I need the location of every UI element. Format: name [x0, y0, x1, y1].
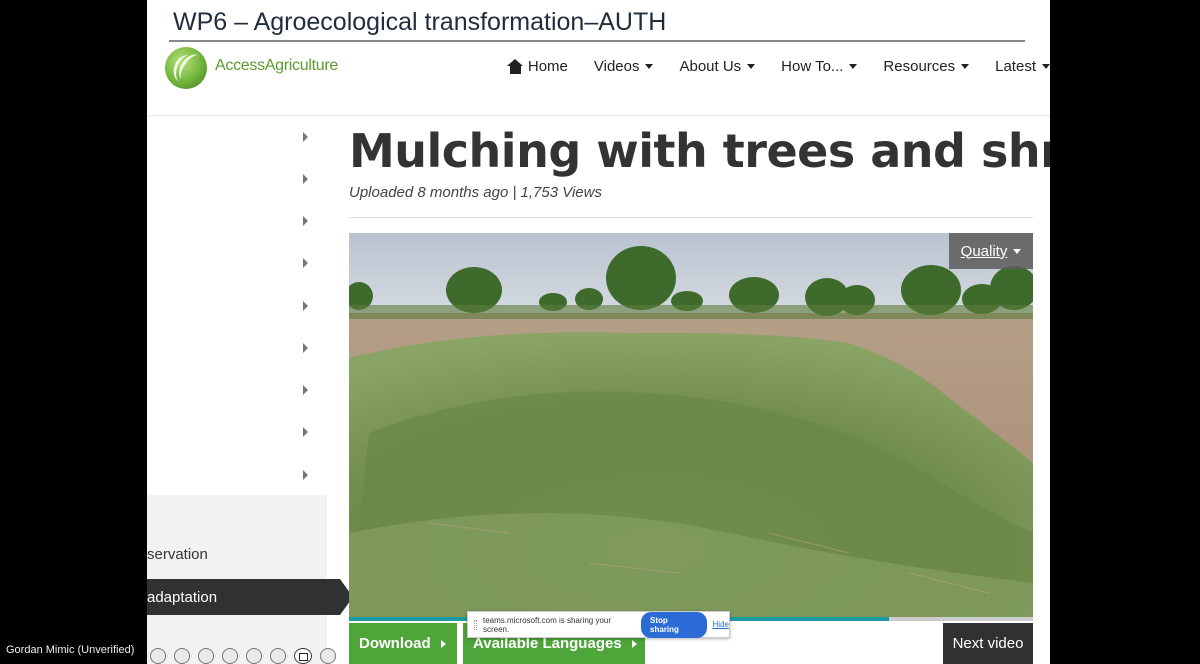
- nav-how-to[interactable]: How To...: [781, 58, 858, 75]
- logo-icon[interactable]: [165, 47, 208, 89]
- screen-sharing-banner: teams.microsoft.com is sharing your scre…: [467, 611, 730, 638]
- caret-down-icon: [1013, 248, 1022, 254]
- video-player[interactable]: Quality: [349, 233, 1033, 621]
- subcategory-panel: servation adaptation: [147, 495, 353, 664]
- home-icon: [506, 59, 524, 74]
- nav-latest[interactable]: Latest: [995, 58, 1050, 75]
- toolbar-icon[interactable]: [246, 648, 262, 664]
- expand-arrow-icon[interactable]: [303, 216, 308, 226]
- nav-latest-label: Latest: [995, 58, 1036, 75]
- sidebar-item-conservation[interactable]: servation: [147, 546, 208, 563]
- main-nav: Home Videos About Us How To... Resources: [506, 58, 1050, 75]
- arrow-right-icon: [631, 639, 637, 648]
- sidebar-item-adaptation-active[interactable]: adaptation: [147, 579, 353, 615]
- nav-videos-label: Videos: [593, 58, 640, 75]
- expand-arrow-icon[interactable]: [303, 427, 308, 437]
- toolbar-icon[interactable]: [174, 648, 190, 664]
- download-label: Download: [359, 635, 431, 652]
- quality-dropdown[interactable]: Quality: [949, 233, 1033, 269]
- category-sidebar: servation adaptation: [147, 116, 353, 664]
- camera-icon[interactable]: [294, 648, 312, 664]
- next-video-button[interactable]: Next video: [943, 623, 1033, 664]
- expand-arrow-icon[interactable]: [303, 343, 308, 353]
- slide-divider: [169, 40, 1025, 42]
- nav-resources-label: Resources: [883, 58, 956, 75]
- video-meta: Uploaded 8 months ago | 1,753 Views: [349, 184, 602, 201]
- participant-name: Gordan Mimic (Unverified): [6, 644, 135, 656]
- download-button[interactable]: Download: [349, 623, 457, 664]
- expand-arrow-icon[interactable]: [303, 174, 308, 184]
- nav-home[interactable]: Home: [506, 58, 568, 75]
- caret-down-icon: [1042, 64, 1050, 69]
- sharing-message: teams.microsoft.com is sharing your scre…: [482, 615, 612, 634]
- expand-arrow-icon[interactable]: [303, 385, 308, 395]
- nav-resources[interactable]: Resources: [883, 58, 970, 75]
- video-frame-image: [349, 233, 1033, 621]
- caret-down-icon: [961, 64, 970, 69]
- nav-about-us[interactable]: About Us: [679, 58, 756, 75]
- drag-handle-icon[interactable]: [474, 619, 477, 630]
- arrow-right-icon: [440, 639, 446, 648]
- caret-down-icon: [747, 64, 756, 69]
- site-header: AccessAgriculture Home Videos About Us H…: [147, 44, 1050, 116]
- expand-arrow-icon[interactable]: [303, 132, 308, 142]
- toolbar-icon[interactable]: [198, 648, 214, 664]
- expand-arrow-icon[interactable]: [303, 301, 308, 311]
- hide-banner-link[interactable]: Hide: [713, 620, 729, 629]
- nav-home-label: Home: [527, 58, 568, 75]
- nav-videos[interactable]: Videos: [594, 58, 654, 75]
- quality-label: Quality: [960, 242, 1008, 260]
- video-title: Mulching with trees and shrubs: [349, 124, 1050, 178]
- toolbar-icon[interactable]: [320, 648, 336, 664]
- nav-about-label: About Us: [679, 58, 742, 75]
- stop-sharing-button[interactable]: Stop sharing: [641, 611, 707, 638]
- call-toolbar: [150, 648, 336, 664]
- expand-arrow-icon[interactable]: [303, 470, 308, 480]
- toolbar-icon[interactable]: [222, 648, 238, 664]
- expand-arrow-icon[interactable]: [303, 258, 308, 268]
- toolbar-icon[interactable]: [150, 648, 166, 664]
- slide-title: WP6 – Agroecological transformation–AUTH: [173, 8, 667, 36]
- screen: WP6 – Agroecological transformation–AUTH…: [0, 0, 1200, 664]
- caret-down-icon: [849, 64, 858, 69]
- nav-howto-label: How To...: [781, 58, 844, 75]
- toolbar-icon[interactable]: [270, 648, 286, 664]
- caret-down-icon: [645, 64, 654, 69]
- divider: [349, 217, 1033, 218]
- shared-slide: WP6 – Agroecological transformation–AUTH…: [147, 0, 1050, 664]
- logo-text[interactable]: AccessAgriculture: [215, 57, 338, 75]
